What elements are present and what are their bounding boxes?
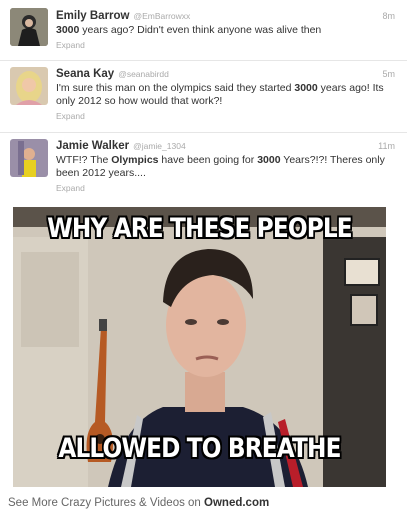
tweet-text: WTF!? The Olympics have been going for 3… — [56, 154, 396, 180]
tweet-text-highlight: 3000 — [56, 24, 80, 36]
meme-image: WHY ARE THESE PEOPLE ALLOWED TO BREATHE — [13, 207, 386, 487]
expand-link[interactable]: Expand — [56, 40, 85, 50]
meme-bottom-text: ALLOWED TO BREATHE — [58, 433, 341, 464]
footer-text: See More Crazy Pictures & Videos on — [8, 497, 205, 509]
tweet-author[interactable]: Seana Kay @seanabirdd — [56, 68, 169, 80]
avatar[interactable] — [10, 139, 48, 177]
tweet-handle[interactable]: @seanabirdd — [118, 69, 169, 79]
tweet-text-highlight: Olympics — [111, 154, 159, 166]
tweet-item[interactable]: Emily Barrow @EmBarrowxx 8m 3000 years ag… — [0, 0, 407, 61]
tweet-text-part: WTF!? The — [56, 154, 112, 166]
tweet-timestamp[interactable]: 8m — [382, 11, 395, 21]
avatar[interactable] — [10, 8, 48, 46]
tweet-author-name[interactable]: Emily Barrow — [56, 10, 130, 22]
expand-link[interactable]: Expand — [56, 183, 85, 193]
expand-link[interactable]: Expand — [56, 111, 85, 121]
tweet-text-highlight: 3000 — [294, 82, 318, 94]
tweet-text: 3000 years ago? Didn't even think anyone… — [56, 24, 396, 37]
tweet-item[interactable]: Seana Kay @seanabirdd 5m I'm sure this ma… — [0, 61, 407, 133]
footer-credit: See More Crazy Pictures & Videos on Owne… — [8, 497, 269, 509]
tweet-item[interactable]: Jamie Walker @jamie_1304 11m WTF!? The Ol… — [0, 133, 407, 199]
tweet-handle[interactable]: @EmBarrowxx — [134, 11, 191, 21]
tweet-author[interactable]: Emily Barrow @EmBarrowxx — [56, 10, 190, 22]
tweet-timestamp[interactable]: 11m — [378, 141, 395, 151]
tweet-text-part: have been going for — [158, 154, 258, 166]
footer-brand-link[interactable]: Owned.com — [204, 497, 269, 509]
meme-top-text: WHY ARE THESE PEOPLE — [47, 213, 353, 244]
tweet-text-part: years ago? Didn't even think anyone was … — [79, 24, 322, 36]
tweet-text: I'm sure this man on the olympics said t… — [56, 82, 396, 108]
tweet-author[interactable]: Jamie Walker @jamie_1304 — [56, 140, 186, 152]
tweet-panel: Emily Barrow @EmBarrowxx 8m 3000 years ag… — [0, 0, 407, 200]
tweet-text-highlight: 3000 — [257, 154, 281, 166]
tweet-author-name[interactable]: Jamie Walker — [56, 140, 129, 152]
tweet-author-name[interactable]: Seana Kay — [56, 68, 114, 80]
avatar[interactable] — [10, 67, 48, 105]
tweet-timestamp[interactable]: 5m — [382, 69, 395, 79]
tweet-text-part: I'm sure this man on the olympics said t… — [56, 82, 295, 94]
tweet-handle[interactable]: @jamie_1304 — [133, 141, 186, 151]
